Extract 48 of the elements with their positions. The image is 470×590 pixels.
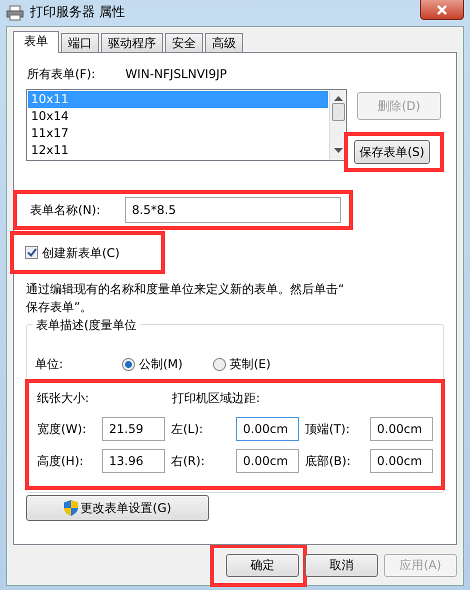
group-title: 表单描述(度量单位 (33, 316, 140, 334)
tab[interactable]: 安全 (165, 33, 203, 52)
scrollbar[interactable] (329, 90, 346, 160)
close-button[interactable] (420, 0, 464, 20)
field-label: 右(R): (171, 453, 206, 470)
measure-field[interactable]: 21.59 (102, 417, 165, 441)
radio-label: 公制(M) (139, 356, 183, 373)
tab[interactable]: 端口 (61, 33, 99, 52)
create-form-checkbox[interactable] (25, 246, 38, 259)
list-item[interactable]: 11x17 (28, 125, 328, 142)
tab[interactable]: 驱动程序 (101, 33, 163, 52)
tab[interactable]: 高级 (205, 33, 243, 52)
scroll-thumb[interactable] (332, 103, 344, 121)
field-label: 高度(H): (37, 453, 84, 470)
paper-size-label: 纸张大小: (37, 390, 90, 407)
hint-text: 通过编辑现有的名称和度量单位来定义新的表单。然后单击“ 保存表单”。 (26, 281, 346, 316)
forms-listbox[interactable]: 10x11 10x14 11x17 12x11 (26, 89, 347, 161)
save-form-button[interactable]: 保存表单(S) (354, 140, 430, 164)
change-form-settings-button[interactable]: 更改表单设置(G) (26, 495, 209, 521)
measure-field[interactable]: 0.00cm (370, 449, 433, 473)
measure-field[interactable]: 0.00cm (236, 449, 299, 473)
scroll-down-icon (334, 148, 342, 154)
margins-label: 打印机区域边距: (172, 390, 260, 407)
measure-field[interactable]: 13.96 (102, 449, 165, 473)
window-title: 打印服务器 属性 (30, 4, 126, 22)
field-label: 宽度(W): (37, 421, 88, 438)
close-icon (436, 4, 448, 14)
cancel-button[interactable]: 取消 (305, 554, 378, 576)
forms-label: 所有表单(F): (27, 66, 96, 83)
tab[interactable]: 表单 (13, 31, 59, 53)
printer-icon (6, 5, 24, 21)
radio-button[interactable] (212, 358, 226, 370)
field-label: 顶端(T): (305, 421, 351, 438)
measure-field[interactable]: 0.00cm (236, 417, 299, 441)
form-name-label: 表单名称(N): (30, 202, 102, 219)
shield-icon (64, 500, 78, 516)
list-item[interactable]: 10x14 (28, 108, 328, 125)
server-name: WIN-NFJSLNVI9JP (125, 66, 227, 83)
radio-label: 英制(E) (230, 356, 271, 373)
radio-button[interactable] (122, 358, 135, 370)
field-label: 底部(B): (305, 453, 352, 470)
ok-button[interactable]: 确定 (226, 554, 299, 576)
create-form-label: 创建新表单(C) (42, 244, 120, 262)
form-name-field[interactable]: 8.5*8.5 (124, 197, 341, 223)
field-label: 左(L): (171, 421, 204, 438)
measure-field[interactable]: 0.00cm (370, 417, 433, 441)
units-label: 单位: (35, 356, 64, 373)
list-item[interactable]: 12x11 (28, 142, 328, 159)
